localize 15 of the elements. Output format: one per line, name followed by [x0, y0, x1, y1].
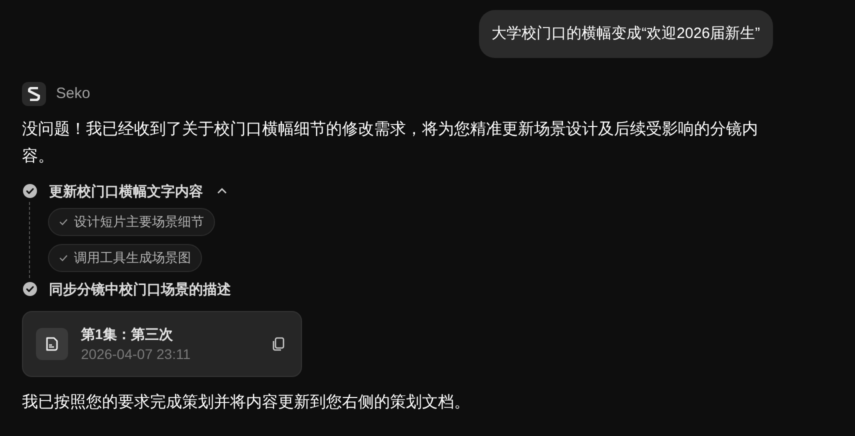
logo-icon	[22, 82, 46, 106]
substep-label: 设计短片主要场景细节	[74, 213, 204, 232]
step-label: 同步分镜中校门口场景的描述	[49, 280, 231, 298]
assistant-message: 没问题！我已经收到了关于校门口横幅细节的修改需求，将为您精准更新场景设计及后续受影响的分镜内容。	[22, 120, 759, 167]
assistant-name: Seko	[56, 84, 90, 104]
caret-icon	[217, 188, 227, 194]
copy-icon[interactable]	[272, 337, 285, 351]
user-message: 大学校门口的横幅变成“欢迎2026届新生”	[478, 10, 773, 58]
document-card[interactable]: 第1集：第三次 2026-04-07 23:11	[22, 311, 302, 377]
substep-label: 调用工具生成场景图	[74, 249, 191, 268]
assistant-message: 我已按照您的要求完成策划并将内容更新到您右侧的策划文档。	[22, 392, 471, 413]
document-title: 第1集：第三次	[81, 325, 174, 344]
step-label: 更新校门口横幅文字内容	[49, 182, 203, 200]
document-timestamp: 2026-04-07 23:11	[81, 345, 192, 364]
document-icon	[36, 328, 68, 360]
